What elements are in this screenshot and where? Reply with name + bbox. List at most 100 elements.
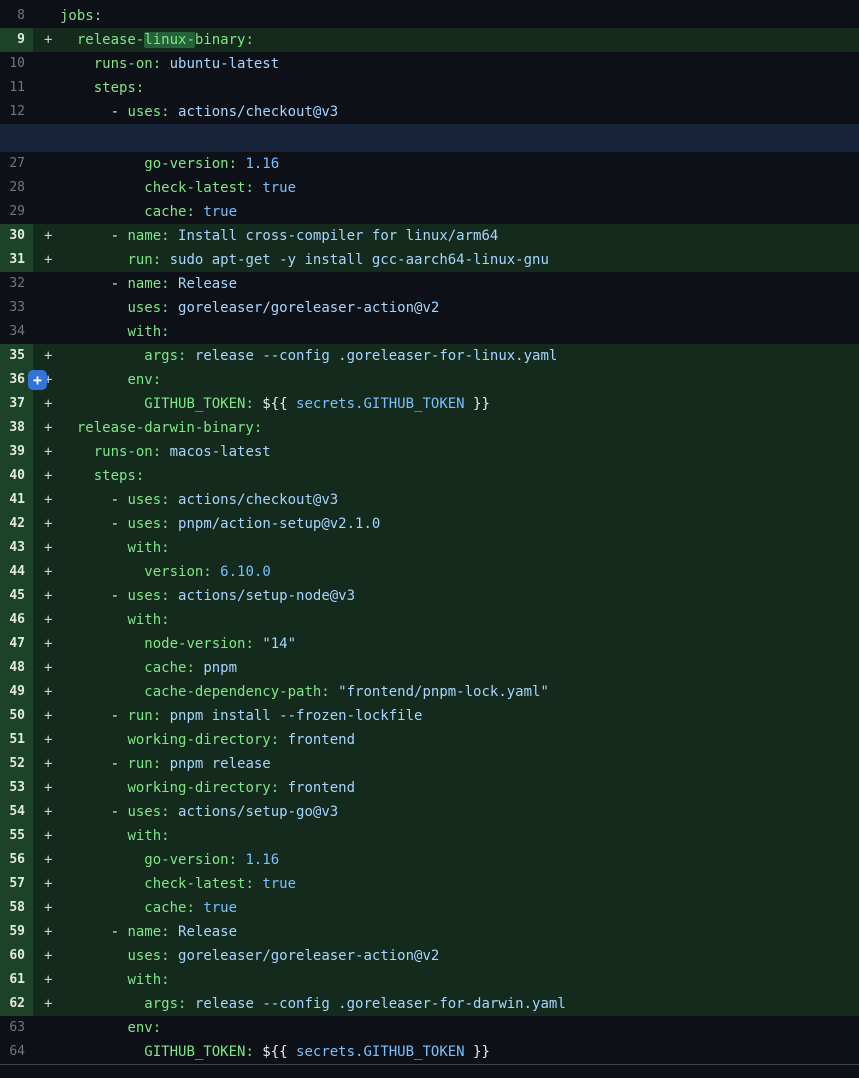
line-number[interactable]: 8: [0, 4, 33, 28]
line-number[interactable]: 34: [0, 320, 33, 344]
line-number[interactable]: 32: [0, 272, 33, 296]
code-token-key: run:: [127, 252, 161, 268]
line-number[interactable]: 40: [0, 464, 33, 488]
code-token-pln: -: [60, 588, 127, 604]
expand-hunk-row[interactable]: [0, 124, 859, 152]
code-token-pln: [60, 564, 144, 580]
line-number[interactable]: 53: [0, 776, 33, 800]
code-line: cache: true: [60, 200, 859, 224]
line-number[interactable]: 12: [0, 100, 33, 124]
line-number[interactable]: 44: [0, 560, 33, 584]
code-token-key: with:: [127, 828, 169, 844]
line-number[interactable]: 39: [0, 440, 33, 464]
code-token-pln: [330, 684, 338, 700]
code-token-str: release --config .goreleaser-for-darwin.…: [195, 996, 566, 1012]
line-number[interactable]: 55: [0, 824, 33, 848]
code-token-str: Release: [178, 924, 237, 940]
line-number[interactable]: 47: [0, 632, 33, 656]
code-token-const: true: [203, 204, 237, 220]
code-line: release-darwin-binary:: [60, 416, 859, 440]
code-token-str: sudo apt-get -y install gcc-aarch64-linu…: [170, 252, 549, 268]
line-number[interactable]: 9: [0, 28, 33, 52]
code-token-key: steps:: [94, 80, 145, 96]
diff-line: 49+ cache-dependency-path: "frontend/pnp…: [0, 680, 859, 704]
code-line: release-linux-binary:: [60, 28, 859, 52]
code-token-key: check-latest:: [144, 876, 254, 892]
diff-marker: +: [33, 776, 60, 800]
diff-marker: +: [33, 584, 60, 608]
line-number[interactable]: 51: [0, 728, 33, 752]
diff-line: 45+ - uses: actions/setup-node@v3: [0, 584, 859, 608]
line-number[interactable]: 60: [0, 944, 33, 968]
code-token-key: jobs:: [60, 8, 102, 24]
code-token-pln: [60, 612, 127, 628]
line-number[interactable]: 29: [0, 200, 33, 224]
diff-line: 57+ check-latest: true: [0, 872, 859, 896]
code-token-pln: [279, 780, 287, 796]
code-token-pln: [60, 420, 77, 436]
line-number[interactable]: 35: [0, 344, 33, 368]
line-number[interactable]: 10: [0, 52, 33, 76]
code-token-key: cache-dependency-path:: [144, 684, 329, 700]
line-number[interactable]: 59: [0, 920, 33, 944]
diff-marker: +: [33, 28, 60, 52]
code-token-key: uses:: [127, 588, 169, 604]
line-number[interactable]: 58: [0, 896, 33, 920]
line-number[interactable]: 28: [0, 176, 33, 200]
code-token-key: cache:: [144, 204, 195, 220]
line-number[interactable]: 41: [0, 488, 33, 512]
diff-line: 51+ working-directory: frontend: [0, 728, 859, 752]
diff-line: 62+ args: release --config .goreleaser-f…: [0, 992, 859, 1016]
code-line: working-directory: frontend: [60, 776, 859, 800]
diff-line: 29 cache: true: [0, 200, 859, 224]
code-token-pln: [170, 104, 178, 120]
code-line: uses: goreleaser/goreleaser-action@v2: [60, 296, 859, 320]
line-number[interactable]: 38: [0, 416, 33, 440]
code-line: cache-dependency-path: "frontend/pnpm-lo…: [60, 680, 859, 704]
diff-marker: +: [33, 680, 60, 704]
line-number[interactable]: 37: [0, 392, 33, 416]
code-token-str: Install cross-compiler for linux/arm64: [178, 228, 498, 244]
line-number[interactable]: 49: [0, 680, 33, 704]
diff-line: 35+ args: release --config .goreleaser-f…: [0, 344, 859, 368]
code-token-str: release --config .goreleaser-for-linux.y…: [195, 348, 557, 364]
code-line: - uses: actions/checkout@v3: [60, 100, 859, 124]
line-number[interactable]: 30: [0, 224, 33, 248]
code-token-key: uses:: [127, 104, 169, 120]
code-token-key: working-directory:: [127, 732, 279, 748]
line-number[interactable]: 43: [0, 536, 33, 560]
line-number[interactable]: 33: [0, 296, 33, 320]
line-number[interactable]: 11: [0, 76, 33, 100]
add-comment-button[interactable]: +: [28, 370, 47, 390]
diff-marker: +: [33, 848, 60, 872]
code-line: cache: pnpm: [60, 656, 859, 680]
line-number[interactable]: 46: [0, 608, 33, 632]
line-number[interactable]: 64: [0, 1040, 33, 1064]
line-number[interactable]: 48: [0, 656, 33, 680]
diff-line: 9+ release-linux-binary:: [0, 28, 859, 52]
code-token-pln: [161, 756, 169, 772]
code-token-key: uses:: [127, 516, 169, 532]
line-number[interactable]: 61: [0, 968, 33, 992]
code-token-pln: [60, 900, 144, 916]
line-number[interactable]: 27: [0, 152, 33, 176]
line-number[interactable]: 52: [0, 752, 33, 776]
code-token-key: version:: [144, 564, 211, 580]
diff-line: 8 jobs:: [0, 4, 859, 28]
line-number[interactable]: 45: [0, 584, 33, 608]
line-number[interactable]: 50: [0, 704, 33, 728]
line-number[interactable]: 42: [0, 512, 33, 536]
code-token-str: Release: [178, 276, 237, 292]
line-number[interactable]: 57: [0, 872, 33, 896]
line-number[interactable]: 31: [0, 248, 33, 272]
diff-marker: +: [33, 344, 60, 368]
diff-marker: +: [33, 752, 60, 776]
line-number[interactable]: 54: [0, 800, 33, 824]
line-number[interactable]: 63: [0, 1016, 33, 1040]
line-number[interactable]: 62: [0, 992, 33, 1016]
code-token-str: actions/checkout@v3: [178, 492, 338, 508]
line-number[interactable]: 56: [0, 848, 33, 872]
code-line: - uses: actions/setup-go@v3: [60, 800, 859, 824]
code-line: args: release --config .goreleaser-for-l…: [60, 344, 859, 368]
diff-line: 11 steps:: [0, 76, 859, 100]
